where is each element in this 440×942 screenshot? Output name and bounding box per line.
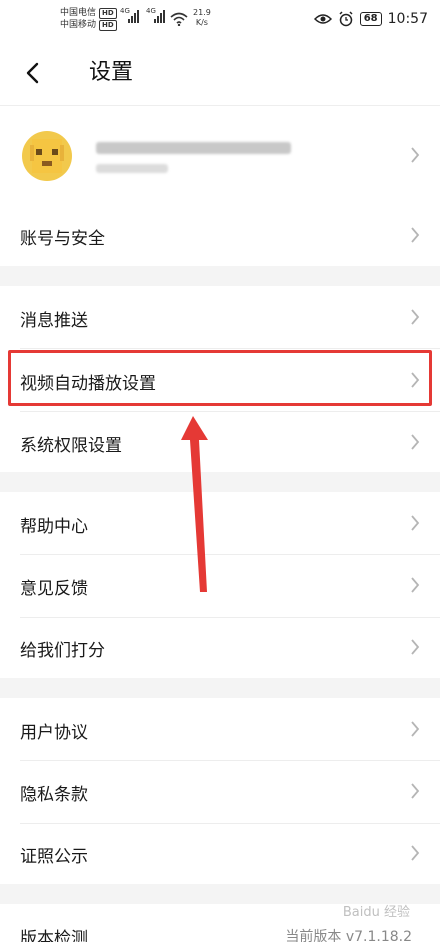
battery-indicator: 68 [359, 12, 382, 26]
carrier-1: 中国电信 [60, 8, 97, 18]
chevron-right-icon [411, 783, 420, 799]
settings-item-video-autoplay[interactable]: 视频自动播放设置 [0, 349, 440, 411]
chevron-left-icon [26, 62, 39, 84]
clock: 10:57 [387, 11, 428, 27]
signal-icon: 4G [120, 7, 139, 23]
hd-badge: HD [99, 19, 117, 31]
back-button[interactable] [14, 54, 50, 92]
status-bar: 中国电信 HD 中国移动 HD 4G 4G 21.9 K/s 68 10:57 [0, 0, 440, 40]
chevron-right-icon [411, 147, 420, 163]
settings-item-user-agreement[interactable]: 用户协议 [0, 698, 440, 760]
settings-item-label: 用户协议 [20, 723, 88, 743]
settings-item-privacy-terms[interactable]: 隐私条款 [0, 761, 440, 823]
carrier-info: 中国电信 HD 中国移动 HD [60, 7, 117, 31]
chevron-right-icon [411, 515, 420, 531]
settings-item-account-security[interactable]: 账号与安全 [0, 202, 440, 266]
settings-item-label: 视频自动播放设置 [20, 374, 156, 394]
alarm-icon [339, 11, 353, 27]
section-divider [0, 472, 440, 492]
settings-item-label: 隐私条款 [20, 785, 88, 805]
settings-item-label: 系统权限设置 [20, 436, 122, 456]
chevron-right-icon [411, 639, 420, 655]
profile-name-blurred [96, 142, 291, 154]
settings-item-feedback[interactable]: 意见反馈 [0, 555, 440, 617]
version-value: 当前版本 v7.1.18.2 [285, 929, 412, 942]
hd-badge: HD [99, 7, 117, 19]
chevron-right-icon [411, 721, 420, 737]
settings-item-label: 账号与安全 [20, 229, 105, 249]
settings-item-label: 给我们打分 [20, 641, 105, 661]
chevron-right-icon [411, 372, 420, 388]
signal-icon: 4G [146, 7, 165, 23]
network-speed: 21.9 K/s [193, 8, 211, 27]
settings-item-label: 版本检测 [20, 929, 88, 942]
chevron-right-icon [411, 434, 420, 450]
page-title: 设置 [89, 60, 134, 85]
settings-item-label: 证照公示 [20, 847, 88, 867]
watermark: Baidu 经验 [342, 905, 410, 920]
settings-item-label: 意见反馈 [20, 579, 88, 599]
profile-subtitle-blurred [96, 164, 168, 173]
chevron-right-icon [411, 577, 420, 593]
chevron-right-icon [411, 309, 420, 325]
settings-item-system-permissions[interactable]: 系统权限设置 [0, 412, 440, 472]
profile-row[interactable] [0, 106, 440, 202]
header: 设置 [0, 40, 440, 106]
settings-item-label: 帮助中心 [20, 517, 88, 537]
settings-item-label: 消息推送 [20, 311, 88, 331]
section-divider [0, 678, 440, 698]
avatar [22, 131, 72, 181]
chevron-right-icon [411, 845, 420, 861]
eye-icon [313, 14, 332, 24]
wifi-icon [170, 12, 188, 26]
section-divider [0, 266, 440, 286]
chevron-right-icon [411, 227, 420, 243]
settings-item-message-push[interactable]: 消息推送 [0, 286, 440, 348]
settings-item-rate-us[interactable]: 给我们打分 [0, 618, 440, 678]
settings-item-license[interactable]: 证照公示 [0, 824, 440, 884]
settings-item-help-center[interactable]: 帮助中心 [0, 492, 440, 554]
carrier-2: 中国移动 [60, 20, 97, 30]
